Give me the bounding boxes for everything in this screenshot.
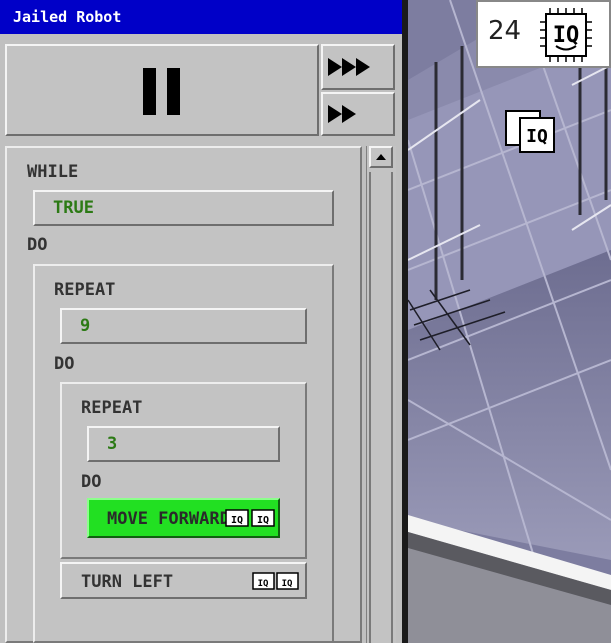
do-keyword-1: DO: [27, 235, 48, 255]
repeat-keyword-1: REPEAT: [54, 280, 116, 300]
double-arrow-icon: [328, 105, 356, 123]
chip-counter: 24 IQ: [476, 0, 611, 68]
do-keyword-2: DO: [54, 354, 75, 374]
repeat-keyword-2: REPEAT: [81, 398, 143, 418]
chip-label-c: IQ: [258, 579, 269, 589]
chip-label-d: IQ: [282, 579, 293, 589]
game-viewport: IQ: [408, 0, 611, 643]
move-forward-label: MOVE FORWARD: [107, 509, 230, 529]
turn-left-command[interactable]: TURN LEFT IQ IQ: [60, 562, 307, 599]
chip-count: 24: [488, 16, 522, 46]
fast-forward-2-button[interactable]: [321, 92, 395, 136]
triple-arrow-icon: [328, 58, 370, 76]
scroll-track[interactable]: [369, 172, 393, 643]
window-title: Jailed Robot: [0, 0, 402, 34]
move-forward-command[interactable]: MOVE FORWARD IQ IQ: [87, 498, 280, 538]
turn-left-label: TURN LEFT: [81, 572, 174, 592]
scroll-up-button[interactable]: [369, 146, 393, 168]
iq-chip-icon: IQ IQ: [252, 572, 299, 590]
iq-chip-icon: IQ: [540, 8, 592, 62]
iq-chip-icon: IQ IQ: [225, 509, 275, 527]
while-condition-slot[interactable]: TRUE: [33, 190, 334, 226]
while-keyword: WHILE: [27, 162, 79, 182]
arrow-up-icon: [376, 154, 386, 160]
iq-chip-icon: IQ: [505, 110, 555, 153]
do-keyword-3: DO: [81, 472, 102, 492]
repeat-count-slot-2[interactable]: 3: [87, 426, 280, 462]
code-scrollbar[interactable]: [366, 146, 396, 643]
fast-forward-3-button[interactable]: [321, 44, 395, 90]
repeat-count-slot-1[interactable]: 9: [60, 308, 307, 344]
chip-label-e: IQ: [526, 126, 548, 147]
chip-label-b: IQ: [257, 515, 269, 526]
game-scene: IQ: [408, 0, 611, 643]
chip-label-a: IQ: [231, 515, 243, 526]
pause-button[interactable]: [5, 44, 319, 136]
chip-label-hud: IQ: [553, 23, 580, 48]
